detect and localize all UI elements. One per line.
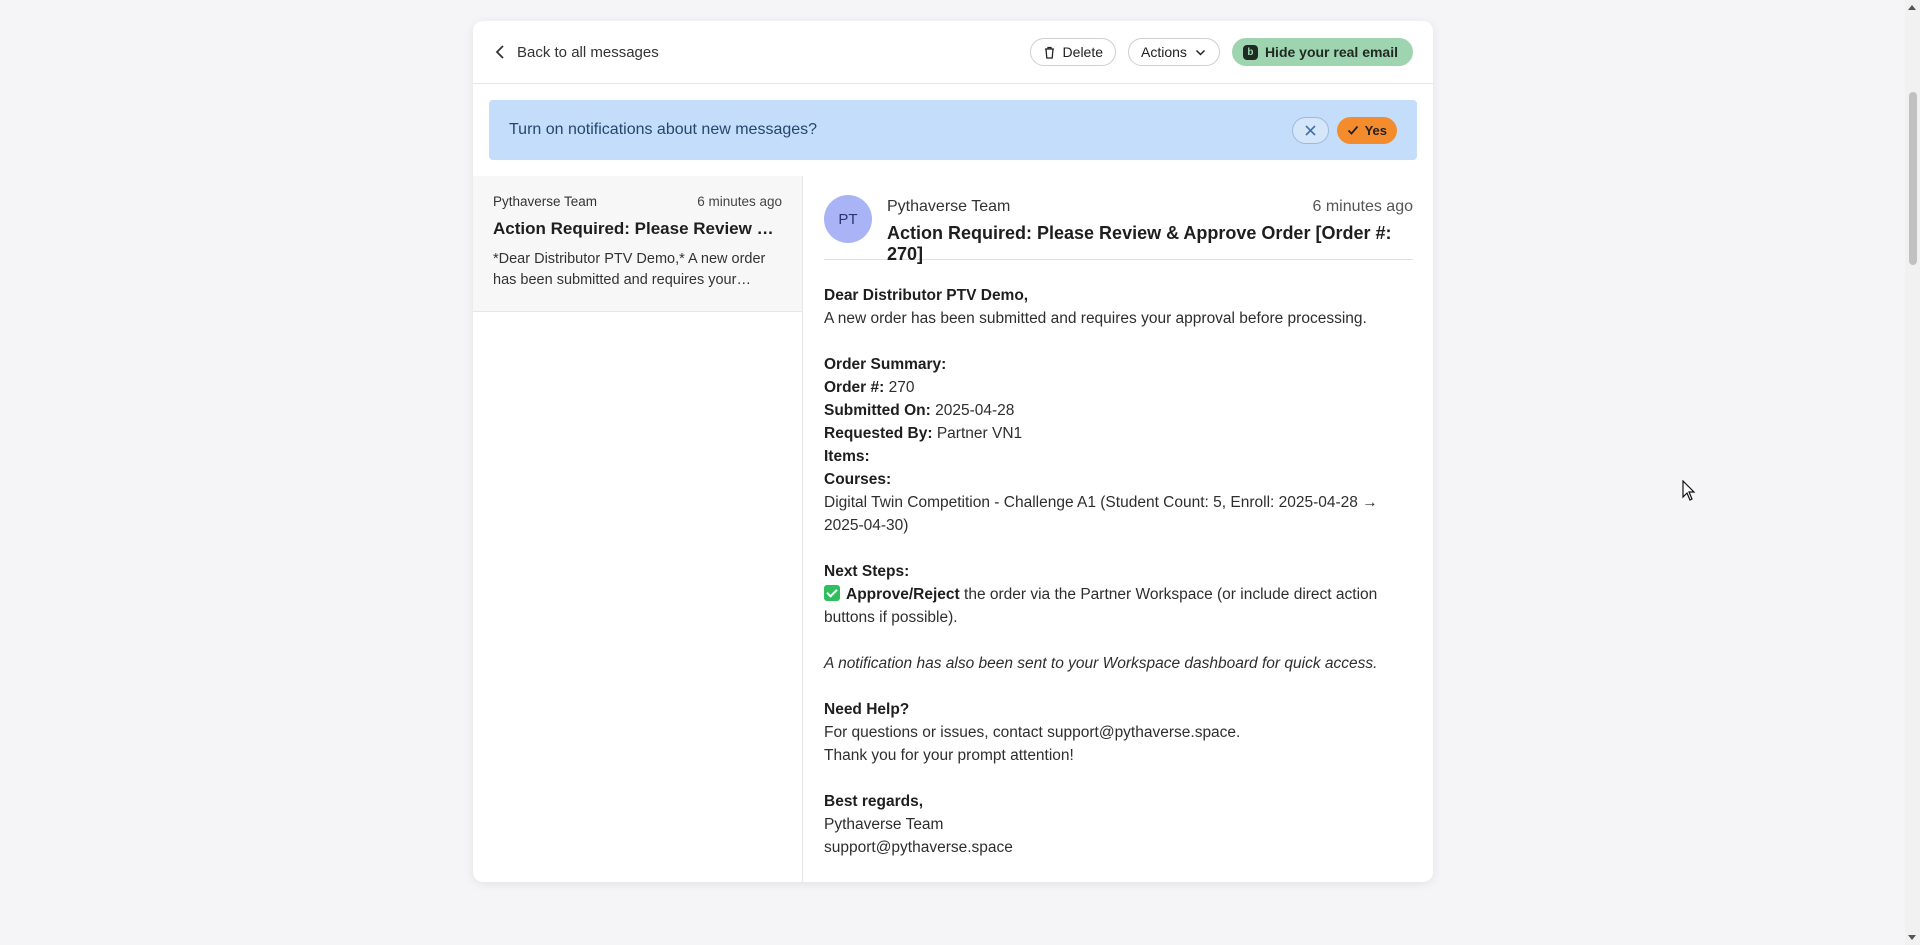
actions-dropdown[interactable]: Actions <box>1128 38 1220 66</box>
list-item[interactable]: Pythaverse Team 6 minutes ago Action Req… <box>473 176 802 312</box>
notification-note: A notification has also been sent to you… <box>824 655 1378 672</box>
submitted-on-label: Submitted On: <box>824 402 931 419</box>
message-list: Pythaverse Team 6 minutes ago Action Req… <box>473 176 803 882</box>
submitted-on-line: Submitted On: 2025-04-28 <box>824 399 1413 422</box>
courses-label: Courses: <box>824 471 892 488</box>
top-bar: Back to all messages Delete Actions b Hi… <box>473 21 1433 84</box>
requested-by-label: Requested By: <box>824 425 933 442</box>
message-time: 6 minutes ago <box>1312 198 1413 215</box>
list-item-subject: Action Required: Please Review & Approve… <box>493 219 782 238</box>
avatar: PT <box>824 195 872 243</box>
scroll-down-arrow[interactable] <box>1908 935 1916 940</box>
check-icon <box>1347 125 1358 135</box>
notification-banner-text: Turn on notifications about new messages… <box>509 121 818 138</box>
next-steps-line: Approve/Reject the order via the Partner… <box>824 583 1413 629</box>
actions-label: Actions <box>1141 44 1187 60</box>
message-detail-header: PT Pythaverse Team 6 minutes ago Action … <box>824 176 1413 264</box>
message-detail: PT Pythaverse Team 6 minutes ago Action … <box>804 176 1433 882</box>
thanks-text: Thank you for your prompt attention! <box>824 747 1074 764</box>
intro-text: A new order has been submitted and requi… <box>824 310 1367 327</box>
dismiss-notification-button[interactable] <box>1291 116 1329 144</box>
signature-email: support@pythaverse.space <box>824 839 1013 856</box>
enable-notifications-button[interactable]: Yes <box>1336 116 1397 144</box>
order-summary-heading: Order Summary: <box>824 356 947 373</box>
order-number-line: Order #: 270 <box>824 376 1413 399</box>
page-scrollbar[interactable] <box>1905 0 1920 945</box>
list-item-time: 6 minutes ago <box>697 194 782 209</box>
regards-text: Best regards, <box>824 793 924 810</box>
scroll-thumb[interactable] <box>1909 92 1917 265</box>
hide-email-label: Hide your real email <box>1264 44 1398 60</box>
order-number-value: 270 <box>888 379 915 396</box>
notification-banner-actions: Yes <box>1291 116 1397 144</box>
course-line: Digital Twin Competition - Challenge A1 … <box>824 494 1378 534</box>
delete-label: Delete <box>1062 44 1104 60</box>
scroll-up-arrow[interactable] <box>1908 5 1916 10</box>
delete-button[interactable]: Delete <box>1029 38 1117 66</box>
message-subject: Action Required: Please Review & Approve… <box>887 223 1392 264</box>
chevron-down-icon <box>1195 49 1205 56</box>
top-actions: Delete Actions b Hide your real email <box>1029 38 1413 66</box>
requested-by-value: Partner VN1 <box>936 425 1023 442</box>
items-label: Items: <box>824 448 870 465</box>
signature-name: Pythaverse Team <box>824 816 944 833</box>
mask-icon: b <box>1242 44 1258 60</box>
notification-banner: Turn on notifications about new messages… <box>489 100 1417 160</box>
sender-row: Pythaverse Team 6 minutes ago <box>887 195 1413 216</box>
message-card: Back to all messages Delete Actions b Hi… <box>473 21 1433 882</box>
trash-icon <box>1044 46 1054 59</box>
hide-real-email-button[interactable]: b Hide your real email <box>1231 38 1413 66</box>
close-icon <box>1305 124 1316 136</box>
message-body: Dear Distributor PTV Demo, A new order h… <box>824 260 1413 859</box>
next-steps-heading: Next Steps: <box>824 563 910 580</box>
sender-name: Pythaverse Team <box>887 198 1011 215</box>
back-to-messages-link[interactable]: Back to all messages <box>495 44 659 61</box>
list-item-preview: *Dear Distributor PTV Demo,* A new order… <box>493 251 766 288</box>
need-help-heading: Need Help? <box>824 701 910 718</box>
greeting: Dear Distributor PTV Demo, <box>824 287 1029 304</box>
message-detail-meta: Pythaverse Team 6 minutes ago Action Req… <box>887 195 1413 265</box>
mouse-cursor-icon <box>1682 480 1696 501</box>
checkbox-icon <box>824 585 840 601</box>
list-item-sender: Pythaverse Team <box>493 194 598 209</box>
back-label: Back to all messages <box>517 43 659 61</box>
submitted-on-value: 2025-04-28 <box>935 402 1015 419</box>
chevron-left-icon <box>495 45 504 59</box>
yes-label: Yes <box>1364 122 1387 138</box>
next-steps-bold: Approve/Reject <box>846 586 960 603</box>
help-text: For questions or issues, contact support… <box>824 724 1241 741</box>
list-item-header: Pythaverse Team 6 minutes ago <box>493 194 782 209</box>
order-number-label: Order #: <box>824 379 885 396</box>
requested-by-line: Requested By: Partner VN1 <box>824 422 1413 445</box>
